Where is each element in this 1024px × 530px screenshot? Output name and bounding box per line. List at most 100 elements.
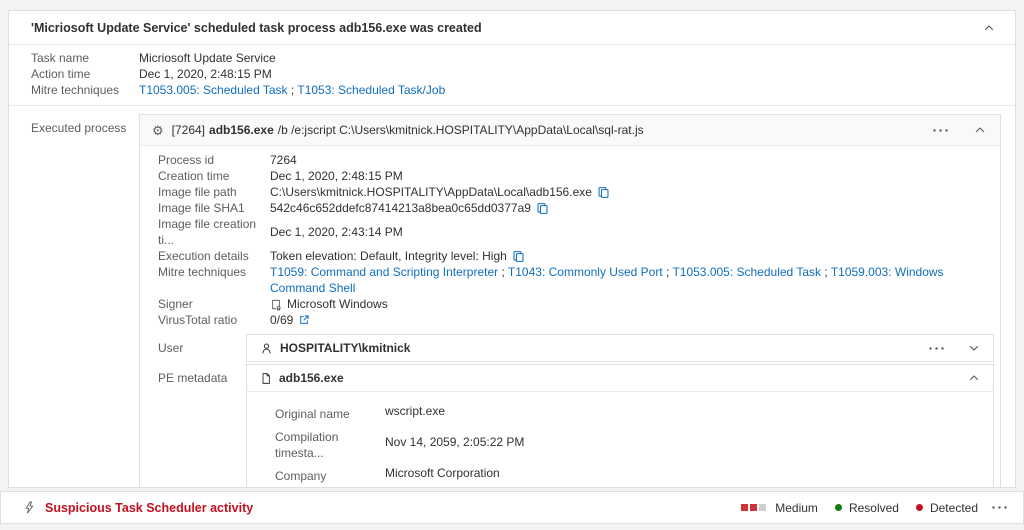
severity-indicator [741, 504, 766, 511]
user-card-title: HOSPITALITY\kmitnick [280, 341, 929, 355]
process-collapse-button[interactable] [974, 124, 986, 136]
process-name: adb156.exe [209, 123, 274, 137]
process-more-button[interactable] [933, 129, 948, 132]
image-file-creation-time-value: Dec 1, 2020, 2:43:14 PM [270, 216, 403, 248]
person-icon [260, 342, 273, 355]
link-separator: ; [288, 83, 298, 97]
image-file-creation-time-row: Image file creation ti... Dec 1, 2020, 2… [158, 216, 994, 248]
chevron-up-icon [974, 124, 986, 136]
process-mitre-label: Mitre techniques [158, 264, 270, 296]
copy-icon [536, 202, 549, 215]
process-details: Process id 7264 Creation time Dec 1, 202… [140, 146, 1000, 488]
process-card-header[interactable]: ⚙ [7264] adb156.exe /b /e:jscript C:\Use… [140, 115, 1000, 146]
user-card: HOSPITALITY\kmitnick [246, 334, 994, 362]
collapse-alert-button[interactable] [983, 22, 995, 34]
mitre-link[interactable]: T1043: Commonly Used Port [508, 265, 663, 279]
original-name-row: Original name wscript.exe [275, 399, 993, 422]
signer-label: Signer [158, 296, 270, 312]
user-expand-button[interactable] [968, 342, 980, 354]
execution-details-value: Token elevation: Default, Integrity leve… [270, 248, 507, 264]
image-file-sha1-label: Image file SHA1 [158, 200, 270, 216]
original-name-label: Original name [275, 399, 385, 422]
pe-metadata-card-header[interactable]: adb156.exe [247, 365, 993, 391]
resolved-label: Resolved [849, 501, 899, 515]
pe-metadata-label: PE metadata [158, 364, 246, 488]
lightning-icon [23, 500, 36, 515]
action-time-label: Action time [31, 66, 139, 82]
pe-metadata-details: Original name wscript.exe Compilation ti… [247, 391, 993, 488]
more-icon [992, 506, 1007, 509]
pe-metadata-row: PE metadata adb156.exe Original name [158, 364, 994, 488]
image-file-sha1-row: Image file SHA1 542c46c652ddefc87414213a… [158, 200, 994, 216]
process-args: /b /e:jscript C:\Users\kmitnick.HOSPITAL… [278, 123, 644, 137]
virustotal-external-link[interactable] [298, 314, 310, 326]
pe-metadata-card: adb156.exe Original name wscript.exe [246, 364, 994, 488]
image-file-path-label: Image file path [158, 184, 270, 200]
product-label: Product [275, 484, 385, 488]
task-name-row: Task name Micriosoft Update Service [31, 50, 999, 66]
creation-time-row: Creation time Dec 1, 2020, 2:48:15 PM [158, 168, 994, 184]
copy-icon [597, 186, 610, 199]
task-name-value: Micriosoft Update Service [139, 50, 276, 66]
executed-process-label: Executed process [31, 114, 139, 135]
copy-icon [512, 250, 525, 263]
action-time-value: Dec 1, 2020, 2:48:15 PM [139, 66, 272, 82]
compilation-timestamp-label: Compilation timesta... [275, 422, 385, 461]
copy-button[interactable] [597, 186, 610, 199]
more-icon [933, 129, 948, 132]
process-card: ⚙ [7264] adb156.exe /b /e:jscript C:\Use… [139, 114, 1001, 488]
creation-time-label: Creation time [158, 168, 270, 184]
process-id-row: Process id 7264 [158, 152, 994, 168]
link-separator: ; [498, 265, 508, 279]
mitre-link[interactable]: T1053.005: Scheduled Task [672, 265, 821, 279]
process-pid: [7264] [172, 123, 205, 137]
alert-details-card: 'Micriosoft Update Service' scheduled ta… [8, 10, 1016, 488]
virustotal-label: VirusTotal ratio [158, 312, 270, 328]
severity-square [750, 504, 757, 511]
process-id-value: 7264 [270, 152, 297, 168]
pe-metadata-card-title: adb156.exe [279, 371, 968, 385]
copy-button[interactable] [512, 250, 525, 263]
resolved-dot [835, 504, 842, 511]
detected-dot [916, 504, 923, 511]
chevron-down-icon [968, 342, 980, 354]
alert-footer-bar[interactable]: Suspicious Task Scheduler activity Mediu… [0, 491, 1024, 524]
task-name-label: Task name [31, 50, 139, 66]
execution-details-label: Execution details [158, 248, 270, 264]
link-separator: ; [821, 265, 831, 279]
gear-icon: ⚙ [152, 124, 164, 137]
executed-process-section: Executed process ⚙ [7264] adb156.exe /b … [9, 106, 1015, 488]
compilation-timestamp-row: Compilation timesta... Nov 14, 2059, 2:0… [275, 422, 993, 461]
mitre-link[interactable]: T1059: Command and Scripting Interpreter [270, 265, 498, 279]
image-file-sha1-value: 542c46c652ddefc87414213a8bea0c65dd0377a9 [270, 200, 531, 216]
virustotal-value: 0/69 [270, 312, 293, 328]
user-label: User [158, 334, 246, 362]
detected-legend: Detected [916, 501, 978, 515]
image-file-creation-time-label: Image file creation ti... [158, 216, 270, 248]
image-file-path-value: C:\Users\kmitnick.HOSPITALITY\AppData\Lo… [270, 184, 592, 200]
detected-label: Detected [930, 501, 978, 515]
mitre-link[interactable]: T1053.005: Scheduled Task [139, 83, 288, 97]
execution-details-row: Execution details Token elevation: Defau… [158, 248, 994, 264]
copy-button[interactable] [536, 202, 549, 215]
company-label: Company [275, 461, 385, 484]
user-more-button[interactable] [929, 347, 944, 350]
alert-header[interactable]: 'Micriosoft Update Service' scheduled ta… [9, 11, 1015, 45]
chevron-up-icon [968, 372, 980, 384]
process-id-label: Process id [158, 152, 270, 168]
user-card-header[interactable]: HOSPITALITY\kmitnick [247, 335, 993, 361]
alert-title: 'Micriosoft Update Service' scheduled ta… [31, 21, 482, 35]
mitre-link[interactable]: T1053: Scheduled Task/Job [297, 83, 445, 97]
mitre-techniques-label: Mitre techniques [31, 82, 139, 98]
severity-square [741, 504, 748, 511]
pe-metadata-collapse-button[interactable] [968, 372, 980, 384]
alert-summary: Task name Micriosoft Update Service Acti… [9, 45, 1015, 106]
action-time-row: Action time Dec 1, 2020, 2:48:15 PM [31, 66, 999, 82]
process-title: [7264] adb156.exe /b /e:jscript C:\Users… [172, 123, 933, 137]
chevron-up-icon [983, 22, 995, 34]
process-mitre-row: Mitre techniques T1059: Command and Scri… [158, 264, 994, 296]
compilation-timestamp-value: Nov 14, 2059, 2:05:22 PM [385, 422, 524, 461]
footer-more-button[interactable] [992, 506, 1007, 509]
signer-value: Microsoft Windows [287, 296, 388, 312]
product-value: Microsoft ® Windows Script Host [385, 484, 560, 488]
